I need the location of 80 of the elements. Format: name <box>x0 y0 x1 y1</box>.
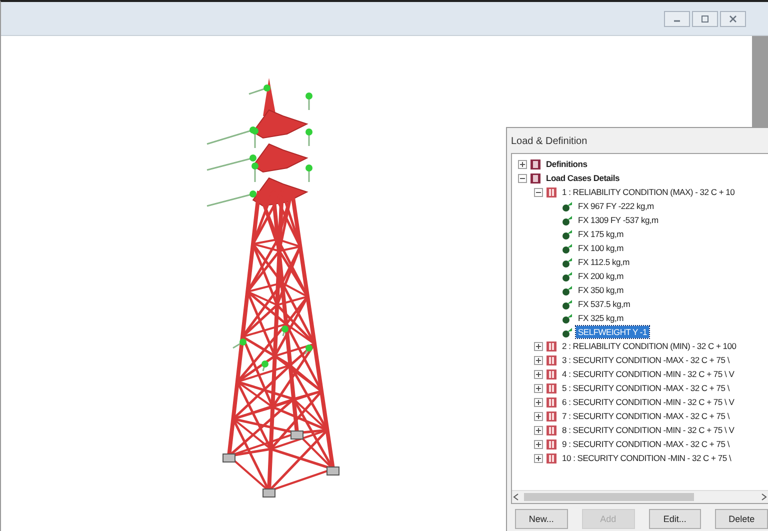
load-icon <box>562 228 573 240</box>
tree-item[interactable]: Definitions <box>544 158 590 170</box>
maximize-icon <box>700 14 710 22</box>
load-icon <box>562 284 573 296</box>
scroll-right-icon[interactable] <box>760 493 768 501</box>
collapse-icon[interactable] <box>534 188 543 196</box>
panel-button[interactable]: New... <box>515 509 568 529</box>
load-arrow <box>206 190 256 207</box>
expand-icon[interactable] <box>534 454 543 462</box>
expand-icon[interactable] <box>534 398 543 406</box>
expand-icon[interactable] <box>534 342 543 350</box>
tree-item[interactable]: FX 350 kg,m <box>576 284 626 296</box>
expand-icon[interactable] <box>534 356 543 364</box>
load-icon <box>562 214 573 226</box>
book-icon <box>546 396 557 408</box>
expand-icon[interactable] <box>534 384 543 392</box>
tree-item[interactable]: FX 967 FY -222 kg,m <box>576 200 656 212</box>
load-icon <box>562 256 573 268</box>
load-arrow <box>304 344 312 354</box>
book-icon <box>546 368 557 380</box>
tree-item[interactable]: FX 1309 FY -537 kg,m <box>576 214 660 226</box>
book-icon <box>530 172 541 184</box>
panel-button[interactable]: Edit... <box>648 509 702 529</box>
tree-item[interactable]: Load Cases Details <box>544 172 622 184</box>
load-arrow <box>306 164 312 182</box>
load-arrow <box>232 338 246 349</box>
maximize-button[interactable] <box>692 10 718 26</box>
tree-item[interactable]: FX 537.5 kg,m <box>576 298 632 310</box>
tree-item[interactable]: 10 : SECURITY CONDITION -MIN - 32 C + 75 \ <box>560 452 734 464</box>
expand-icon[interactable] <box>534 412 543 420</box>
expand-icon[interactable] <box>534 426 543 434</box>
tree-item[interactable]: 1 : RELIABILITY CONDITION (MAX) - 32 C + 10 <box>560 186 737 198</box>
tree-item[interactable]: FX 200 kg,m <box>576 270 626 282</box>
horizontal-scrollbar[interactable] <box>512 490 768 503</box>
tree-item[interactable]: 6 : SECURITY CONDITION -MIN - 32 C + 75 \ V <box>560 396 736 408</box>
collapse-icon[interactable] <box>518 174 527 182</box>
tree-item[interactable]: SELFWEIGHT Y -1 <box>576 326 649 338</box>
book-icon <box>546 410 557 422</box>
scroll-left-icon[interactable] <box>512 493 520 501</box>
tree-item[interactable]: FX 100 kg,m <box>576 242 626 254</box>
tree-item[interactable]: FX 325 kg,m <box>576 312 626 324</box>
expand-icon[interactable] <box>534 370 543 378</box>
book-icon <box>530 158 541 170</box>
load-arrow <box>262 360 268 372</box>
load-icon <box>562 270 573 282</box>
book-icon <box>546 424 557 436</box>
close-button[interactable] <box>720 10 746 26</box>
tree-item[interactable]: 9 : SECURITY CONDITION -MAX - 32 C + 75 \ <box>560 438 732 450</box>
book-icon <box>546 438 557 450</box>
tree-item[interactable]: 2 : RELIABILITY CONDITION (MIN) - 32 C + 100 <box>560 340 738 352</box>
book-icon <box>546 354 557 366</box>
support-block <box>326 466 340 476</box>
load-icon <box>562 200 573 212</box>
tree-item[interactable]: FX 175 kg,m <box>576 228 626 240</box>
expand-icon[interactable] <box>534 440 543 448</box>
support-block <box>290 430 304 440</box>
close-icon <box>728 14 738 22</box>
load-arrow <box>306 92 312 110</box>
panel-title: Load & Definition <box>510 135 588 149</box>
load-arrow <box>306 128 312 146</box>
tree-item[interactable]: 4 : SECURITY CONDITION -MIN - 32 C + 75 \ V <box>560 368 736 380</box>
load-icon <box>562 298 573 310</box>
load-icon <box>562 312 573 324</box>
support-block <box>222 454 236 462</box>
tree-item[interactable]: FX 112.5 kg,m <box>576 256 632 268</box>
book-icon <box>546 186 557 198</box>
book-icon <box>546 452 557 464</box>
tree-item[interactable]: 3 : SECURITY CONDITION -MAX - 32 C + 75 \ <box>560 354 732 366</box>
tree-item[interactable]: 7 : SECURITY CONDITION -MAX - 32 C + 75 \ <box>560 410 732 422</box>
load-arrow <box>282 326 288 336</box>
load-icon <box>562 326 573 338</box>
support-block <box>262 488 276 498</box>
panel-button[interactable]: Delete <box>715 509 768 529</box>
tree-item[interactable]: 8 : SECURITY CONDITION -MIN - 32 C + 75 \ V <box>560 424 736 436</box>
tree-item[interactable]: 5 : SECURITY CONDITION -MAX - 32 C + 75 \ <box>560 382 732 394</box>
load-arrow <box>248 84 270 95</box>
book-icon <box>546 382 557 394</box>
book-icon <box>546 340 557 352</box>
load-icon <box>562 242 573 254</box>
expand-icon[interactable] <box>518 160 527 168</box>
